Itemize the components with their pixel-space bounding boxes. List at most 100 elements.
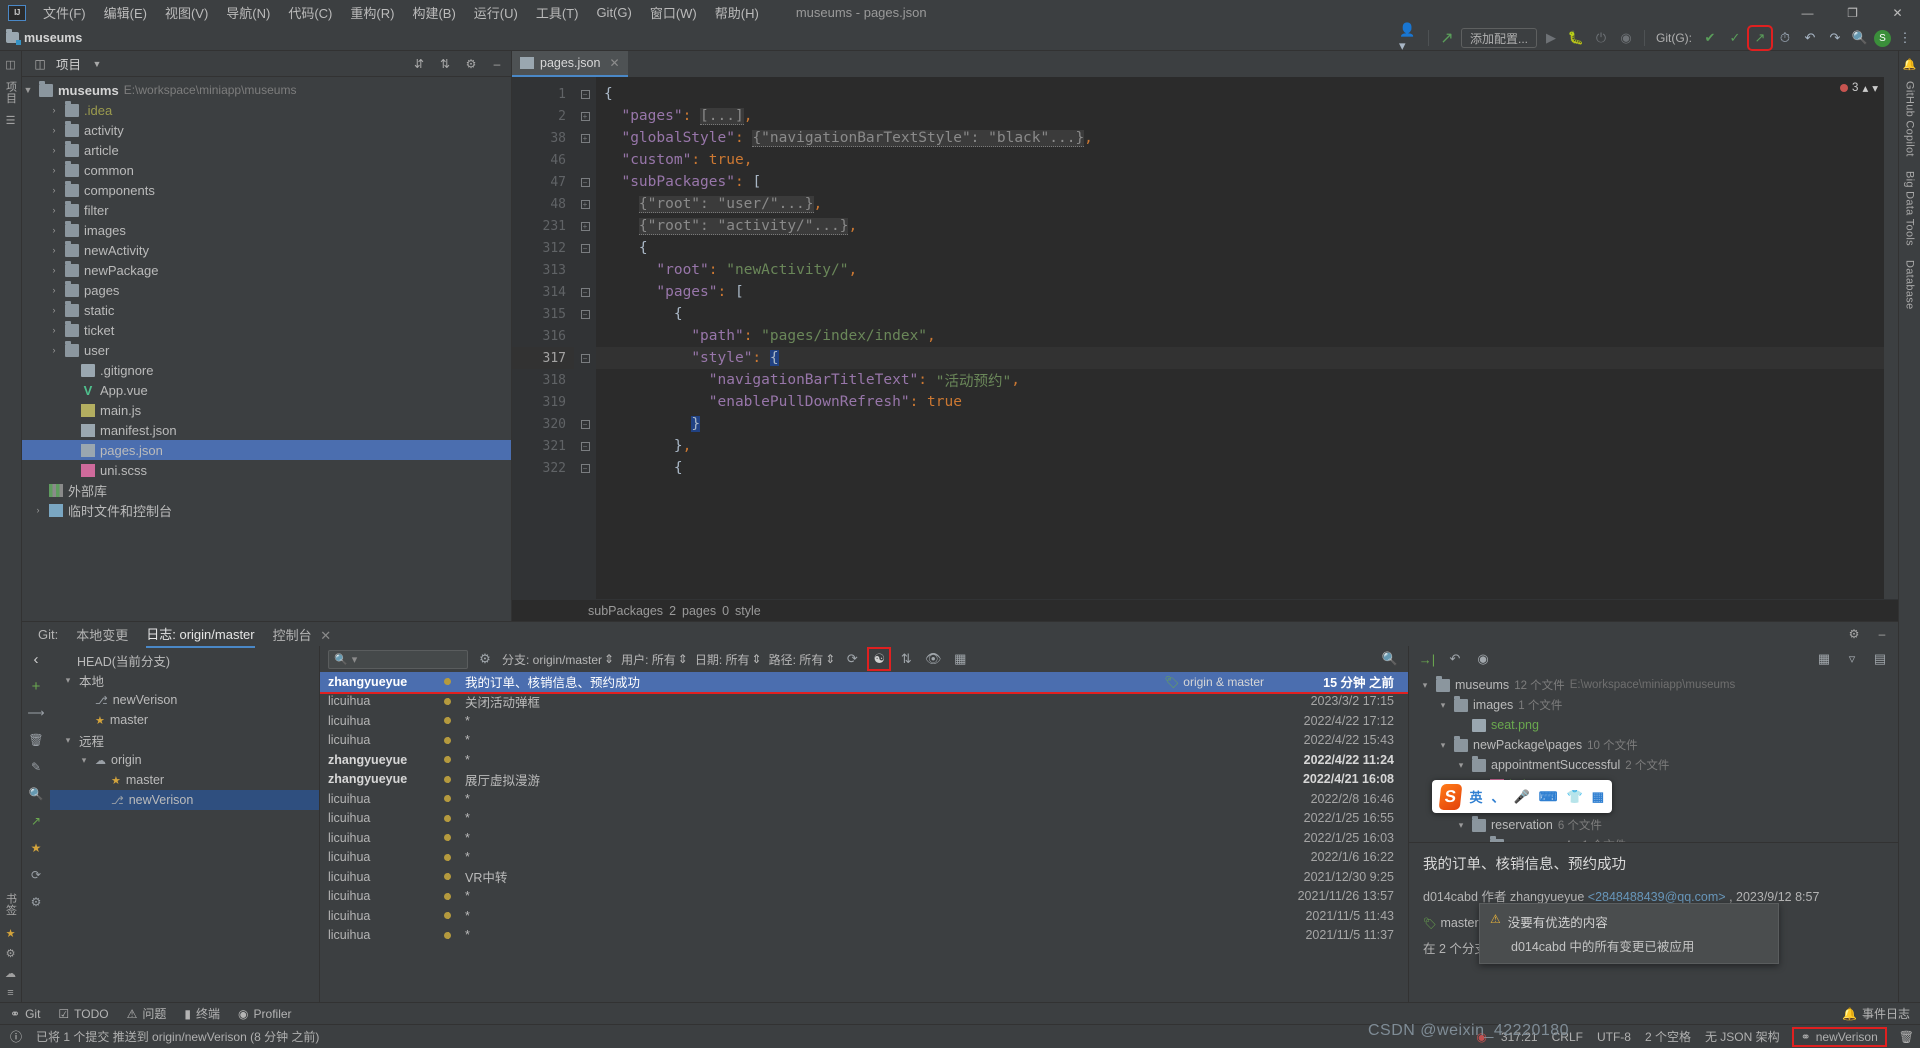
fold-marker[interactable]: −: [574, 83, 596, 105]
chevron-right-icon[interactable]: ›: [32, 505, 44, 515]
chevron-right-icon[interactable]: ›: [48, 225, 60, 235]
tree-node-manifest-json[interactable]: manifest.json: [22, 420, 511, 440]
rail-label-bigdata[interactable]: Big Data Tools: [1902, 165, 1918, 252]
tree-node-main-js[interactable]: main.js: [22, 400, 511, 420]
project-file-tree[interactable]: ▼ museums E:\workspace\miniapp\museums ›…: [22, 77, 511, 621]
tree-node-newpackage[interactable]: › newPackage: [22, 260, 511, 280]
intellisort-icon[interactable]: ☯: [867, 647, 892, 671]
line-number[interactable]: 316: [512, 325, 574, 347]
branch-row-master[interactable]: ★ master: [50, 710, 319, 730]
chevron-right-icon[interactable]: ›: [48, 285, 60, 295]
collapse-fold-icon[interactable]: −: [580, 287, 590, 297]
fold-marker[interactable]: −: [574, 435, 596, 457]
menu-view[interactable]: 视图(V): [156, 1, 217, 24]
commit-row[interactable]: zhangyueyue 展厅虚拟漫游 2022/4/21 16:08: [320, 770, 1408, 790]
fold-marker[interactable]: +: [574, 127, 596, 149]
menu-build[interactable]: 构建(B): [403, 1, 464, 24]
account-avatar[interactable]: S: [1874, 29, 1891, 47]
statusbar-tab-problems[interactable]: ⚠ 问题: [127, 1005, 167, 1022]
collapse-all-icon[interactable]: ⇅: [435, 54, 455, 74]
collapse-fold-icon[interactable]: −: [580, 89, 590, 99]
menu-edit[interactable]: 编辑(E): [95, 1, 156, 24]
skin-icon[interactable]: 👕: [1567, 789, 1583, 805]
chevron-down-icon[interactable]: ▾: [1437, 740, 1449, 751]
line-number[interactable]: 1: [512, 83, 574, 105]
close-tab-icon[interactable]: ✕: [609, 56, 619, 70]
ime-toolbar[interactable]: S 英 、 🎤 ⌨ 👕 ▦: [1432, 780, 1612, 813]
chevron-right-icon[interactable]: ›: [48, 145, 60, 155]
line-number[interactable]: 231: [512, 215, 574, 237]
code-text-area[interactable]: { "pages": [...], "globalStyle": {"navig…: [596, 77, 1898, 599]
breadcrumb-item[interactable]: 0: [722, 604, 729, 618]
menu-window[interactable]: 窗口(W): [641, 1, 706, 24]
statusbar-tab-terminal[interactable]: ▮ 终端: [184, 1005, 220, 1022]
line-number[interactable]: 2: [512, 105, 574, 127]
tree-node-newactivity[interactable]: › newActivity: [22, 240, 511, 260]
git-commit-icon[interactable]: ✓: [1724, 27, 1746, 49]
checkout-icon[interactable]: ⟶: [26, 704, 46, 722]
chevron-right-icon[interactable]: ›: [48, 205, 60, 215]
new-branch-icon[interactable]: →|: [1417, 649, 1437, 669]
tree-node-pages-json[interactable]: pages.json: [22, 440, 511, 460]
chevron-down-icon[interactable]: ▼: [22, 85, 34, 95]
git-push-icon[interactable]: ↗: [1747, 25, 1773, 51]
inspection-widget[interactable]: 3 ▴ ▾: [1840, 81, 1878, 95]
refresh-icon[interactable]: ⟳: [842, 649, 862, 669]
code-line[interactable]: "root": "newActivity/",: [596, 259, 1898, 281]
chevron-down-icon[interactable]: ▾: [1455, 760, 1467, 771]
fold-marker[interactable]: [574, 325, 596, 347]
chevron-down-icon[interactable]: ▾: [62, 675, 74, 686]
code-line[interactable]: "path": "pages/index/index",: [596, 325, 1898, 347]
menu-git[interactable]: Git(G): [587, 3, 640, 22]
branch-row---[interactable]: ▾ 本地: [50, 670, 319, 690]
fold-marker[interactable]: +: [574, 193, 596, 215]
delete-icon[interactable]: 🗑: [26, 731, 46, 749]
changes-node[interactable]: ▾ museums 12 个文件 E:\workspace\miniapp\museu…: [1409, 675, 1898, 695]
branch-row-master[interactable]: ★ master: [50, 770, 319, 790]
filter-user[interactable]: 用户: 所有 ⇕: [621, 651, 688, 668]
show-diff-preview-icon[interactable]: ▦: [950, 649, 970, 669]
code-line[interactable]: ● "style": {: [596, 347, 1898, 369]
rail-label-project[interactable]: 项目: [1, 75, 21, 110]
run-configuration-selector[interactable]: 添加配置...: [1460, 28, 1537, 48]
chevron-right-icon[interactable]: ›: [48, 345, 60, 355]
log-find-icon[interactable]: 🔍: [1380, 649, 1400, 669]
group-by-icon[interactable]: ▦: [1814, 649, 1834, 669]
editor-body[interactable]: 1 2 38 46 47 48 231 312 313 314 315 316 317 318 319 320…: [512, 77, 1898, 599]
tree-node-common[interactable]: › common: [22, 160, 511, 180]
code-line[interactable]: {: [596, 457, 1898, 479]
code-line[interactable]: },: [596, 435, 1898, 457]
back-arrow-icon[interactable]: ‹: [26, 650, 46, 668]
tree-node-images[interactable]: › images: [22, 220, 511, 240]
tree-node-activity[interactable]: › activity: [22, 120, 511, 140]
chevron-down-icon[interactable]: ▾: [1437, 700, 1449, 711]
branch-row-origin[interactable]: ▾ ☁ origin: [50, 750, 319, 770]
branch-row---[interactable]: ▾ 远程: [50, 730, 319, 750]
collapse-fold-icon[interactable]: −: [580, 243, 590, 253]
menu-code[interactable]: 代码(C): [279, 1, 341, 24]
rail-label-database[interactable]: Database: [1902, 254, 1918, 316]
statusbar-tab-todo[interactable]: ☑ TODO: [58, 1007, 108, 1021]
terminal-rail-icon[interactable]: ≡: [2, 984, 20, 1002]
fold-marker[interactable]: +: [574, 215, 596, 237]
show-diff-icon[interactable]: ◉: [1473, 649, 1493, 669]
expand-fold-icon[interactable]: +: [580, 133, 590, 143]
commit-log-table[interactable]: zhangyueyue 我的订单、核销信息、预约成功 🏷 origin & maste…: [320, 672, 1408, 1002]
line-number[interactable]: 320: [512, 413, 574, 435]
chevron-down-icon[interactable]: ▾: [1419, 680, 1431, 691]
bookmark-star-icon[interactable]: ★: [2, 924, 20, 942]
preview-layout-icon[interactable]: ▤: [1870, 649, 1890, 669]
commit-row[interactable]: licuihua * 2021/11/5 11:43: [320, 906, 1408, 926]
tree-node-filter[interactable]: › filter: [22, 200, 511, 220]
filter-path[interactable]: 路径: 所有 ⇕: [769, 651, 836, 668]
code-line[interactable]: {"root": "activity/"...},: [596, 215, 1898, 237]
mic-icon[interactable]: 🎤: [1514, 789, 1530, 805]
branch-row-newverison[interactable]: ⎇ newVerison: [50, 790, 319, 810]
sort-icon[interactable]: ⇅: [896, 649, 916, 669]
collapse-fold-icon[interactable]: −: [580, 309, 590, 319]
commit-row[interactable]: licuihua 关闭活动弹框 2023/3/2 17:15: [320, 692, 1408, 712]
collapse-fold-icon[interactable]: −: [580, 353, 590, 363]
refresh-branches-icon[interactable]: ⟳: [26, 866, 46, 884]
git-branch-widget[interactable]: ⚭ newVerison: [1791, 1026, 1887, 1047]
punctuation-icon[interactable]: 、: [1492, 787, 1505, 806]
